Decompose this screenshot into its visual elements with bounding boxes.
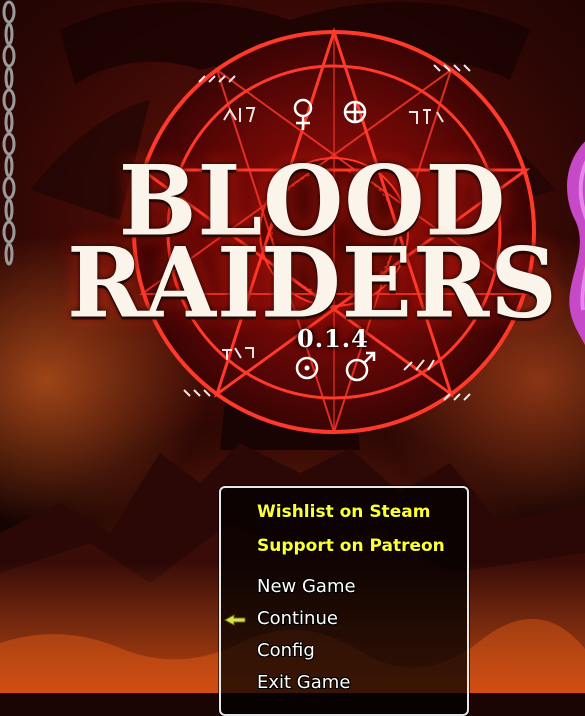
- menu-item-wishlist-steam[interactable]: Wishlist on Steam: [257, 502, 430, 522]
- version-label: 0.1.4: [297, 324, 369, 353]
- menu-item-continue[interactable]: Continue: [257, 608, 338, 629]
- menu-item-config[interactable]: Config: [257, 640, 315, 661]
- arrow-pointer-icon: [224, 614, 246, 626]
- menu-item-new-game[interactable]: New Game: [257, 576, 356, 597]
- title-menu: Wishlist on Steam Support on Patreon New…: [219, 486, 469, 716]
- menu-item-exit-game[interactable]: Exit Game: [257, 672, 350, 693]
- menu-item-support-patreon[interactable]: Support on Patreon: [257, 536, 445, 556]
- game-title: BLOOD RAIDERS: [0, 153, 585, 340]
- title-line-2: RAIDERS: [67, 226, 558, 340]
